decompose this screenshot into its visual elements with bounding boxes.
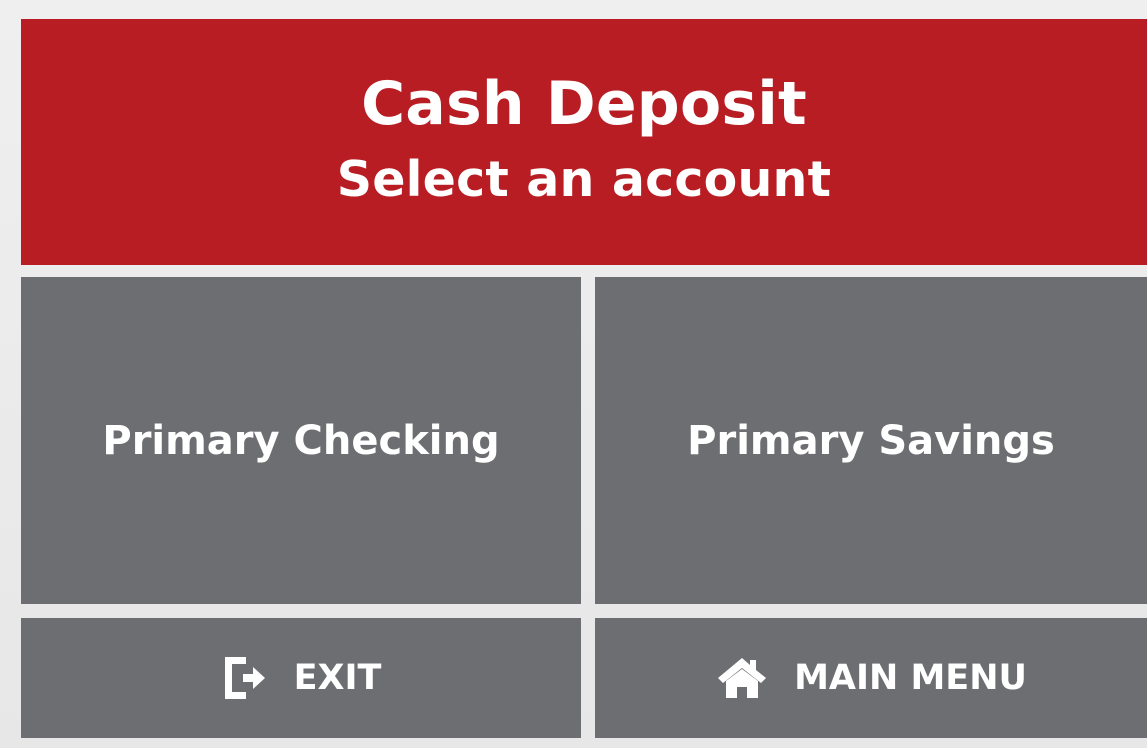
home-icon [715, 655, 769, 701]
atm-screen: Cash Deposit Select an account Primary C… [0, 0, 1147, 748]
exit-icon [221, 653, 269, 703]
primary-savings-button[interactable]: Primary Savings [595, 277, 1147, 604]
exit-button[interactable]: EXIT [21, 618, 581, 738]
page-subtitle: Select an account [336, 150, 832, 208]
main-menu-button[interactable]: MAIN MENU [595, 618, 1147, 738]
primary-checking-button[interactable]: Primary Checking [21, 277, 581, 604]
exit-label: EXIT [293, 658, 382, 698]
screen-header: Cash Deposit Select an account [21, 19, 1147, 265]
primary-savings-label: Primary Savings [687, 417, 1055, 464]
primary-checking-label: Primary Checking [102, 417, 500, 464]
page-title: Cash Deposit [361, 68, 807, 139]
exit-button-content: EXIT [221, 653, 382, 703]
main-menu-button-content: MAIN MENU [715, 655, 1027, 701]
main-menu-label: MAIN MENU [794, 658, 1027, 698]
